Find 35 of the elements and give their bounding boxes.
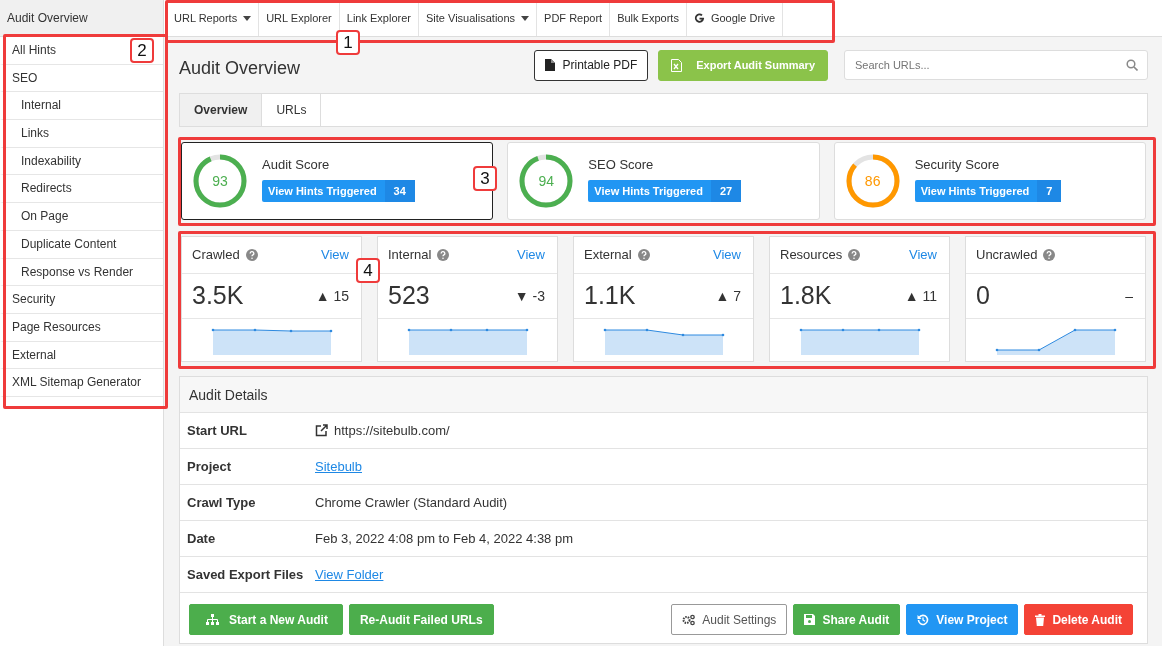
detail-value: https://sitebulb.com/	[334, 423, 450, 438]
stat-value: 1.8K	[780, 281, 832, 311]
detail-label: Crawl Type	[187, 495, 257, 510]
detail-label: Start URL	[187, 423, 248, 438]
stat-value: 0	[976, 281, 990, 311]
page-title: Audit Overview	[179, 57, 302, 79]
detail-label: Date	[187, 531, 217, 546]
detail-value: Chrome Crawler (Standard Audit)	[315, 495, 508, 510]
score-value: 93	[211, 172, 229, 191]
stat-change: ▼ -3	[514, 287, 545, 304]
callout-tooltip: 4	[356, 258, 380, 283]
score-title: Security Score	[914, 156, 1001, 172]
stat-value: 523	[388, 281, 430, 311]
stat-label: External	[584, 247, 632, 263]
score-title: SEO Score	[588, 156, 655, 172]
stat-change: –	[1125, 287, 1133, 304]
stat-change: ▲ 11	[904, 287, 937, 304]
detail-label: Saved Export Files	[187, 567, 305, 582]
callout-tooltip: 3	[473, 166, 497, 191]
detail-label: Project	[187, 459, 233, 474]
stat-value: 3.5K	[192, 281, 244, 311]
stat-change: ▲ 15	[315, 287, 349, 304]
detail-value: Feb 3, 2022 4:08 pm to Feb 4, 2022 4:38 pm	[315, 531, 573, 546]
stat-label: Crawled	[192, 247, 240, 263]
score-value: 94	[537, 172, 556, 191]
score-title: Audit Score	[262, 156, 331, 172]
panel-title: Audit Details	[180, 377, 1147, 413]
callout-tooltip: 1	[336, 30, 360, 55]
stat-change: ▲ 7	[715, 287, 741, 304]
callout-tooltip: 2	[130, 38, 154, 63]
score-value: 86	[863, 172, 882, 191]
stat-label: Internal	[388, 247, 432, 263]
stat-label: Resources	[780, 247, 843, 263]
stat-label: Uncrawled	[976, 247, 1038, 263]
stat-value: 1.1K	[584, 281, 636, 311]
